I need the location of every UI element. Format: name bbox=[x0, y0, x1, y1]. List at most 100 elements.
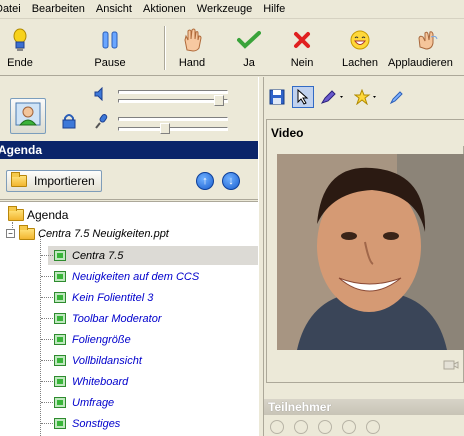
arrow-up-icon: ↑ bbox=[202, 175, 208, 187]
floppy-icon bbox=[269, 89, 285, 105]
stop-icon[interactable] bbox=[366, 419, 380, 434]
microphone-icon bbox=[95, 114, 108, 129]
slide-label: Neuigkeiten auf dem CCS bbox=[72, 270, 200, 283]
import-label: Importieren bbox=[34, 174, 95, 188]
slide-item[interactable]: Foliengröße bbox=[54, 330, 131, 349]
globe-icon[interactable] bbox=[342, 419, 356, 434]
file-label: Centra 7.5 Neuigkeiten.ppt bbox=[38, 227, 169, 240]
menu-bearbeiten[interactable]: Bearbeiten bbox=[27, 3, 91, 15]
clock-icon[interactable] bbox=[318, 419, 332, 434]
participants-header: Teilnehmer bbox=[264, 399, 464, 415]
slide-item[interactable]: Toolbar Moderator bbox=[54, 309, 161, 328]
slide-item[interactable]: Umfrage bbox=[54, 393, 114, 412]
microphone-icon[interactable] bbox=[294, 419, 308, 434]
pointer-tool-button[interactable] bbox=[292, 86, 314, 108]
folder-icon bbox=[11, 172, 27, 187]
save-button[interactable] bbox=[266, 86, 288, 108]
speaker-volume-slider[interactable] bbox=[118, 99, 228, 103]
audio-video-controls bbox=[0, 77, 258, 139]
folder-open-icon bbox=[19, 224, 35, 240]
lachen-label: Lachen bbox=[341, 57, 379, 69]
toolbar-separator bbox=[164, 26, 166, 70]
tree-file-node[interactable]: − Centra 7.5 Neuigkeiten.ppt bbox=[6, 224, 169, 243]
ja-button[interactable]: Ja bbox=[232, 26, 266, 69]
mic-volume-thumb[interactable] bbox=[160, 123, 170, 134]
marker-icon bbox=[320, 90, 343, 104]
lock-icon[interactable] bbox=[62, 113, 76, 129]
collapse-icon[interactable]: − bbox=[6, 229, 15, 238]
bulb-icon bbox=[13, 28, 27, 51]
slide-icon bbox=[54, 418, 66, 429]
video-panel: Video bbox=[266, 119, 464, 383]
video-toggle-button[interactable] bbox=[10, 98, 46, 134]
menu-datei[interactable]: Datei bbox=[0, 3, 27, 15]
app-window: Datei Bearbeiten Ansicht Aktionen Werkze… bbox=[0, 0, 464, 436]
slide-icon bbox=[54, 334, 66, 345]
speaker-volume-thumb[interactable] bbox=[214, 95, 224, 106]
speaker-icon bbox=[94, 87, 103, 101]
slide-icon bbox=[54, 250, 66, 261]
pointer-icon bbox=[297, 89, 309, 105]
applause-icon bbox=[418, 31, 438, 50]
ende-button[interactable]: Ende bbox=[0, 26, 40, 69]
slide-item[interactable]: Vollbildansicht bbox=[54, 351, 142, 370]
agenda-title: Agenda bbox=[0, 143, 43, 157]
agenda-tree: Agenda − Centra 7.5 Neuigkeiten.ppt Cent… bbox=[0, 201, 258, 436]
slide-item-selected[interactable]: Centra 7.5 bbox=[48, 246, 258, 265]
move-up-button[interactable]: ↑ bbox=[196, 172, 214, 190]
checkmark-icon bbox=[237, 31, 261, 49]
menu-ansicht[interactable]: Ansicht bbox=[91, 3, 138, 15]
slide-item[interactable]: Neuigkeiten auf dem CCS bbox=[54, 267, 199, 286]
mic-level-track bbox=[118, 117, 228, 121]
ende-label: Ende bbox=[7, 57, 33, 69]
hand-icon[interactable] bbox=[270, 419, 284, 434]
ja-label: Ja bbox=[243, 57, 255, 69]
highlighter-tool-button[interactable] bbox=[386, 86, 408, 108]
volume-level-track bbox=[118, 90, 228, 94]
pause-button[interactable]: Pause bbox=[90, 26, 130, 69]
pause-label: Pause bbox=[94, 57, 126, 69]
camera-icon[interactable] bbox=[443, 358, 459, 372]
video-controls bbox=[267, 352, 464, 380]
hand-button[interactable]: Hand bbox=[172, 26, 212, 69]
menu-aktionen[interactable]: Aktionen bbox=[138, 3, 192, 15]
agenda-toolbar: Importieren ↑ ↓ bbox=[0, 160, 258, 200]
participants-toolbar bbox=[264, 417, 464, 436]
slide-icon bbox=[54, 313, 66, 324]
slide-icon bbox=[54, 355, 66, 366]
menu-bar: Datei Bearbeiten Ansicht Aktionen Werkze… bbox=[0, 0, 464, 19]
slide-item[interactable]: Sonstiges bbox=[54, 414, 120, 433]
person-icon bbox=[15, 102, 41, 126]
stamp-tool-button[interactable] bbox=[352, 86, 382, 108]
mic-volume-slider[interactable] bbox=[118, 127, 228, 131]
slide-label: Whiteboard bbox=[72, 375, 129, 388]
arrow-down-icon: ↓ bbox=[228, 175, 234, 187]
cross-icon bbox=[294, 32, 310, 48]
slide-icon bbox=[54, 292, 66, 303]
agenda-header: Agenda bbox=[0, 141, 258, 159]
marker-tool-button[interactable] bbox=[318, 86, 348, 108]
tree-root-label: Agenda bbox=[27, 207, 69, 222]
video-feed bbox=[277, 154, 464, 350]
applaudieren-button[interactable]: Applaudieren bbox=[388, 26, 464, 69]
presenter-portrait bbox=[277, 154, 464, 350]
slide-icon bbox=[54, 271, 66, 282]
slide-icon bbox=[54, 376, 66, 387]
menu-werkzeuge[interactable]: Werkzeuge bbox=[192, 3, 258, 15]
tree-root[interactable]: Agenda bbox=[8, 205, 68, 224]
slide-item[interactable]: Whiteboard bbox=[54, 372, 128, 391]
hand-label: Hand bbox=[178, 57, 206, 69]
slide-label: Sonstiges bbox=[72, 417, 121, 430]
slide-item[interactable]: Kein Folientitel 3 bbox=[54, 288, 153, 307]
import-button[interactable]: Importieren bbox=[6, 170, 102, 192]
nein-button[interactable]: Nein bbox=[284, 26, 320, 69]
main-toolbar: Ende Pause Hand Ja Nein Lachen Applaudie… bbox=[0, 20, 464, 76]
applaudieren-label: Applaudieren bbox=[388, 57, 453, 69]
whiteboard-toolbar bbox=[264, 83, 464, 111]
menu-hilfe[interactable]: Hilfe bbox=[258, 3, 291, 15]
move-down-button[interactable]: ↓ bbox=[222, 172, 240, 190]
left-panel: Agenda Importieren ↑ ↓ Agenda − Centra 7… bbox=[0, 77, 258, 436]
laugh-icon bbox=[350, 30, 370, 50]
highlighter-icon bbox=[389, 91, 403, 105]
lachen-button[interactable]: Lachen bbox=[336, 26, 384, 69]
